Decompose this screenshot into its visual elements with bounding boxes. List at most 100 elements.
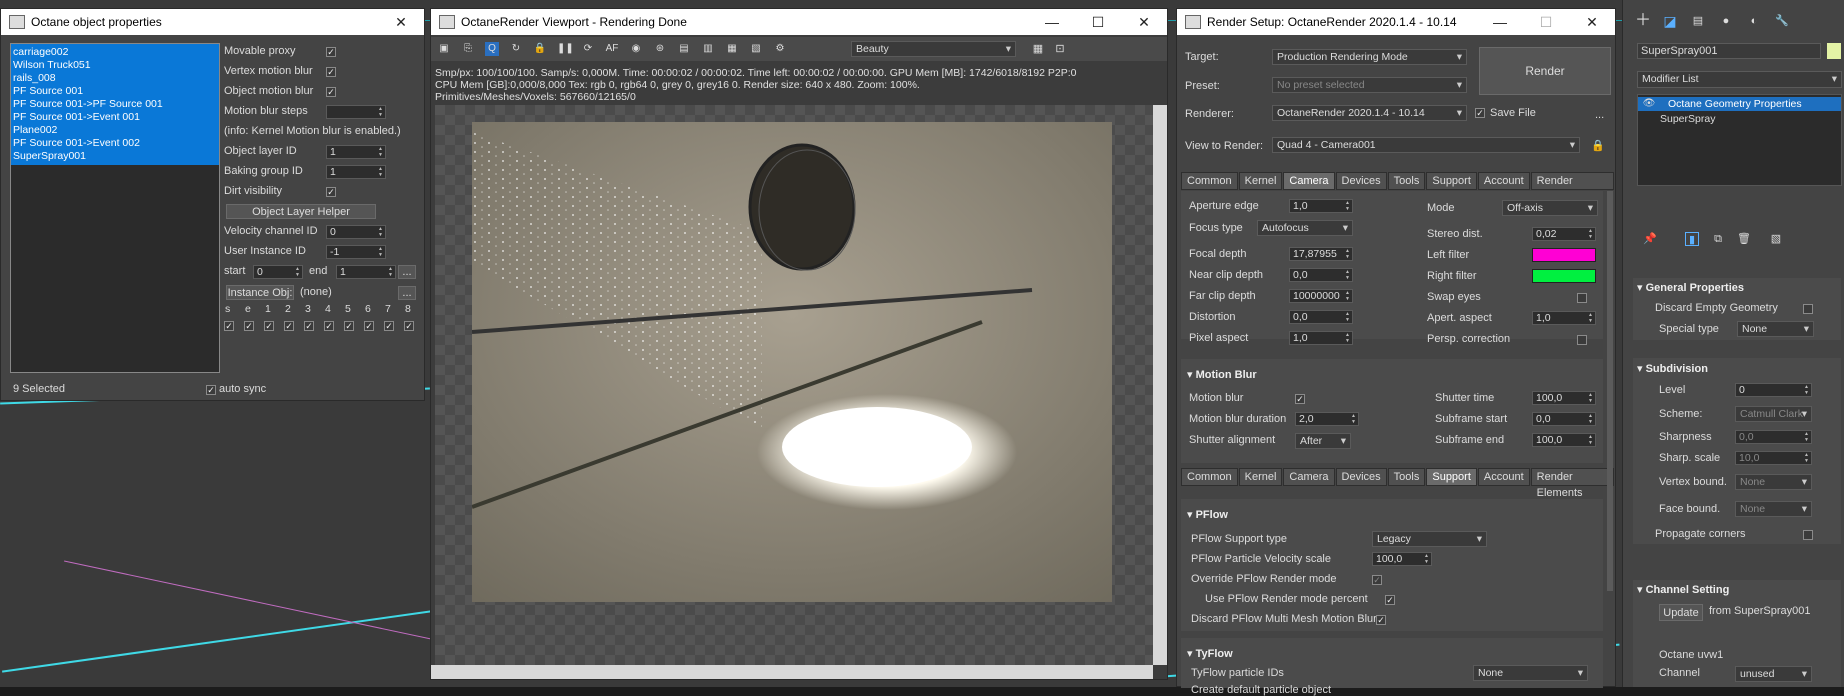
shutter-align-dropdown[interactable]: After <box>1295 433 1351 449</box>
special-type-dropdown[interactable]: None <box>1737 321 1814 337</box>
tab-common[interactable]: Common <box>1181 468 1238 486</box>
sharp-scale-spinner[interactable]: 10,0 <box>1735 451 1812 465</box>
object-list-item[interactable]: PF Source 001->Event 002 <box>11 138 219 149</box>
channel-checkbox[interactable]: ✓ <box>304 321 314 331</box>
override-render-mode-checkbox[interactable]: ✓ <box>1372 575 1382 585</box>
channel-checkbox[interactable]: ✓ <box>244 321 254 331</box>
pflow-header[interactable]: PFlow <box>1187 508 1228 521</box>
make-unique-icon[interactable]: ⧉ <box>1711 232 1725 246</box>
display-icon[interactable]: ▣ <box>437 42 451 56</box>
target-dropdown[interactable]: Production Rendering Mode <box>1272 49 1467 65</box>
velocity-spinner[interactable]: 0 <box>326 225 386 239</box>
object-color-swatch[interactable] <box>1827 43 1841 59</box>
hierarchy-icon[interactable]: ▤ <box>1691 14 1705 28</box>
channel-checkbox[interactable]: ✓ <box>284 321 294 331</box>
vertex-bound-dropdown[interactable]: None <box>1735 474 1812 490</box>
more-options[interactable]: ... <box>1595 109 1604 121</box>
object-list-item[interactable]: Wilson Truck051 <box>11 60 219 71</box>
auto-sync-checkbox[interactable]: ✓ <box>206 385 216 395</box>
distortion-spinner[interactable]: 0,0 <box>1289 310 1353 324</box>
channel-checkbox[interactable]: ✓ <box>224 321 234 331</box>
end-spinner[interactable]: 1 <box>336 265 396 279</box>
lock-icon[interactable]: 🔒 <box>533 42 547 56</box>
tyflow-header[interactable]: TyFlow <box>1187 647 1233 660</box>
object-list-item[interactable]: carriage002 <box>11 47 219 58</box>
tab-account[interactable]: Account <box>1477 468 1530 486</box>
render-setup-scrollbar[interactable] <box>1607 191 1613 591</box>
quick-render-icon[interactable]: Q <box>485 42 499 56</box>
dirt-checkbox[interactable]: ✓ <box>326 187 336 197</box>
channel-dropdown[interactable]: unused <box>1735 666 1812 682</box>
display-icon[interactable]: ◐ <box>1747 14 1761 28</box>
close-icon[interactable]: ✕ <box>1121 9 1167 35</box>
channel-setting-header[interactable]: Channel Setting <box>1637 583 1730 596</box>
scheme-dropdown[interactable]: Catmull Clark <box>1735 406 1812 422</box>
far-clip-spinner[interactable]: 10000000 <box>1289 289 1353 303</box>
eye-icon[interactable]: 👁 <box>1642 97 1656 111</box>
tab-kernel[interactable]: Kernel <box>1238 468 1283 486</box>
channel-checkbox[interactable]: ✓ <box>344 321 354 331</box>
object-list-item[interactable]: Plane002 <box>11 125 219 136</box>
tab-tools[interactable]: Tools <box>1387 468 1426 486</box>
horizontal-scrollbar[interactable] <box>431 665 1153 679</box>
focus-picker-icon[interactable]: AF <box>605 42 619 56</box>
tab-camera[interactable]: Camera <box>1283 172 1335 190</box>
save-file-checkbox[interactable]: ✓ <box>1475 108 1485 118</box>
object-mb-checkbox[interactable]: ✓ <box>326 87 336 97</box>
vertex-mb-checkbox[interactable]: ✓ <box>326 67 336 77</box>
tab-render-elements[interactable]: Render Elements <box>1530 468 1614 499</box>
layer-id-spinner[interactable]: 1 <box>326 145 386 159</box>
channel-checkbox[interactable]: ✓ <box>364 321 374 331</box>
create-icon[interactable]: ＋ <box>1635 13 1651 29</box>
tab-support[interactable]: Support <box>1426 172 1477 190</box>
pin-stack-icon[interactable]: 📌 <box>1643 232 1657 246</box>
start-spinner[interactable]: 0 <box>253 265 303 279</box>
minimize-icon[interactable]: — <box>1029 9 1075 35</box>
maximize-icon[interactable]: ☐ <box>1523 9 1569 35</box>
settings-icon[interactable]: ⚙ <box>773 42 787 56</box>
channel-checkbox[interactable]: ✓ <box>404 321 414 331</box>
region-render-icon[interactable]: ▧ <box>749 42 763 56</box>
channel-checkbox[interactable]: ✓ <box>384 321 394 331</box>
face-bound-dropdown[interactable]: None <box>1735 501 1812 517</box>
left-filter-swatch[interactable] <box>1532 248 1596 262</box>
object-list[interactable]: carriage002 Wilson Truck051 rails_008 PF So… <box>10 43 220 373</box>
right-filter-swatch[interactable] <box>1532 269 1596 283</box>
tyflow-ids-dropdown[interactable]: None <box>1473 665 1588 681</box>
show-end-result-icon[interactable]: ▮ <box>1685 232 1699 246</box>
modify-icon[interactable]: ◪ <box>1663 14 1677 28</box>
motion-blur-checkbox[interactable]: ✓ <box>1295 394 1305 404</box>
region-icon[interactable]: ⊡ <box>1053 42 1067 56</box>
film-icon[interactable]: ▦ <box>725 42 739 56</box>
refresh-icon[interactable]: ↻ <box>509 42 523 56</box>
copy-icon[interactable]: ⎘ <box>461 42 475 56</box>
pixel-aspect-spinner[interactable]: 1,0 <box>1289 331 1353 345</box>
tab-render-elements[interactable]: Render Elements <box>1530 172 1614 203</box>
mode-dropdown[interactable]: Off-axis <box>1502 200 1598 216</box>
stack-item-superspray[interactable]: SuperSpray <box>1638 112 1841 126</box>
object-list-item[interactable]: PF Source 001->PF Source 001 <box>11 99 219 110</box>
restart-icon[interactable]: ⟳ <box>581 42 595 56</box>
close-icon[interactable]: ✕ <box>378 9 424 35</box>
render-button[interactable]: Render <box>1479 47 1611 95</box>
tab-kernel[interactable]: Kernel <box>1238 172 1283 190</box>
range-more-button[interactable]: ... <box>398 265 416 279</box>
channel-checkbox[interactable]: ✓ <box>324 321 334 331</box>
subframe-end-spinner[interactable]: 100,0 <box>1532 433 1596 447</box>
subdivision-header[interactable]: Subdivision <box>1637 362 1708 375</box>
general-properties-header[interactable]: General Properties <box>1637 281 1744 294</box>
view-dropdown[interactable]: Quad 4 - Camera001 <box>1272 137 1580 153</box>
apert-aspect-spinner[interactable]: 1,0 <box>1532 311 1596 325</box>
propagate-corners-checkbox[interactable] <box>1803 530 1813 540</box>
channel-checkbox[interactable]: ✓ <box>264 321 274 331</box>
baking-id-spinner[interactable]: 1 <box>326 165 386 179</box>
pass-dropdown[interactable]: Beauty <box>851 41 1016 57</box>
mb-duration-spinner[interactable]: 2,0 <box>1295 412 1359 426</box>
pflow-velocity-spinner[interactable]: 100,0 <box>1372 552 1432 566</box>
clay-mode-icon[interactable]: ▥ <box>701 42 715 56</box>
sharpness-spinner[interactable]: 0,0 <box>1735 430 1812 444</box>
near-clip-spinner[interactable]: 0,0 <box>1289 268 1353 282</box>
vertical-scrollbar[interactable] <box>1153 105 1167 665</box>
object-list-item[interactable]: PF Source 001 <box>11 86 219 97</box>
modifier-list-dropdown[interactable]: Modifier List <box>1637 71 1842 88</box>
